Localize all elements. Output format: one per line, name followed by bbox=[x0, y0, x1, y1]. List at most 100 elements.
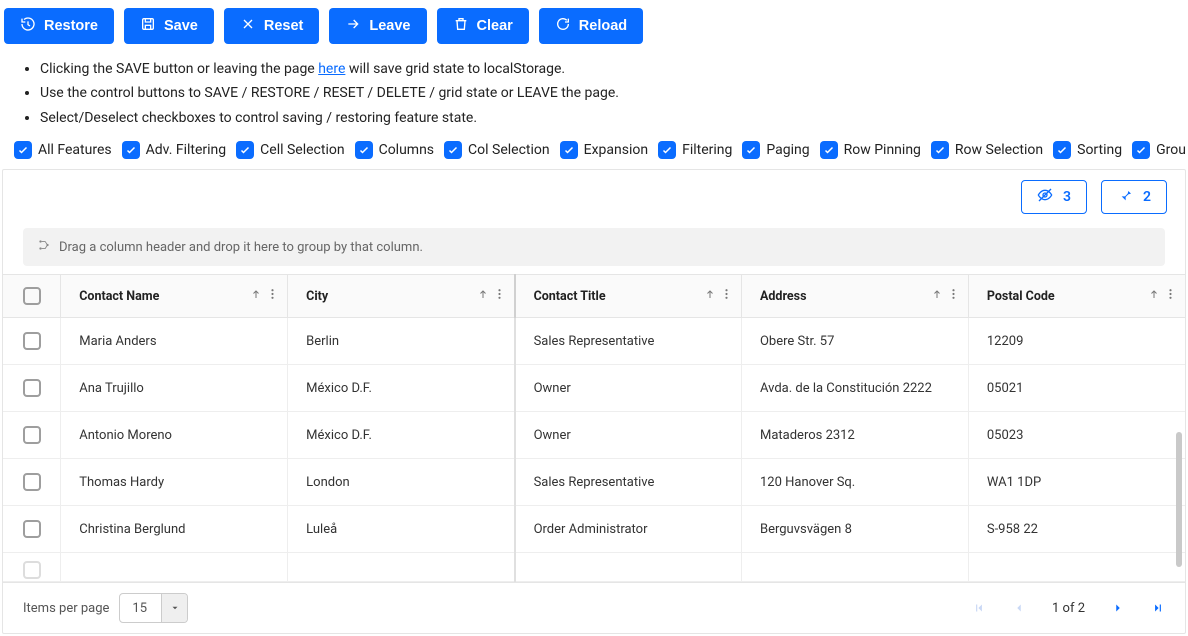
items-per-page-select[interactable]: 15 bbox=[119, 593, 188, 623]
header-city[interactable]: City bbox=[288, 275, 515, 318]
clear-button[interactable]: Clear bbox=[437, 8, 529, 44]
more-vert-icon[interactable] bbox=[493, 288, 506, 305]
row-checkbox-cell[interactable] bbox=[3, 506, 61, 553]
cell-address[interactable]: 120 Hanover Sq. bbox=[741, 459, 968, 506]
cell-address[interactable]: Berguvsvägen 8 bbox=[741, 506, 968, 553]
checkbox-icon bbox=[23, 379, 41, 397]
check-icon bbox=[444, 141, 462, 159]
cell-title[interactable]: Sales Representative bbox=[515, 318, 742, 365]
header-postal-code[interactable]: Postal Code bbox=[968, 275, 1185, 318]
row-checkbox-cell[interactable] bbox=[3, 318, 61, 365]
checkbox-filtering[interactable]: Filtering bbox=[658, 141, 732, 159]
header-contact-title[interactable]: Contact Title bbox=[515, 275, 742, 318]
cell-city[interactable]: London bbox=[288, 459, 515, 506]
pinned-columns-badge[interactable]: 2 bbox=[1101, 180, 1167, 214]
cell-contact[interactable]: Antonio Moreno bbox=[61, 412, 288, 459]
items-per-page-label: Items per page bbox=[23, 601, 109, 616]
last-page-button[interactable] bbox=[1151, 601, 1165, 615]
cell-address[interactable]: Mataderos 2312 bbox=[741, 412, 968, 459]
more-vert-icon[interactable] bbox=[1164, 288, 1177, 305]
header-contact-name[interactable]: Contact Name bbox=[61, 275, 288, 318]
header-row: Contact Name City Contact Title bbox=[3, 275, 1185, 318]
more-vert-icon[interactable] bbox=[720, 288, 733, 305]
groupby-hint-text: Drag a column header and drop it here to… bbox=[59, 240, 423, 255]
pinned-count: 2 bbox=[1143, 189, 1151, 205]
checkbox-sorting[interactable]: Sorting bbox=[1053, 141, 1122, 159]
header-address[interactable]: Address bbox=[741, 275, 968, 318]
group-icon bbox=[37, 238, 51, 256]
row-checkbox-cell[interactable] bbox=[3, 459, 61, 506]
checkbox-paging[interactable]: Paging bbox=[742, 141, 809, 159]
check-icon bbox=[820, 141, 838, 159]
checkbox-all-features[interactable]: All Features bbox=[14, 141, 112, 159]
checkbox-icon bbox=[23, 426, 41, 444]
save-button[interactable]: Save bbox=[124, 8, 214, 44]
cell-city[interactable]: México D.F. bbox=[288, 365, 515, 412]
table-row[interactable]: Ana TrujilloMéxico D.F.OwnerAvda. de la … bbox=[3, 365, 1185, 412]
history-icon bbox=[20, 16, 36, 36]
groupby-drop-area[interactable]: Drag a column header and drop it here to… bbox=[23, 228, 1165, 266]
table-row[interactable]: Thomas HardyLondonSales Representative12… bbox=[3, 459, 1185, 506]
checkbox-columns[interactable]: Columns bbox=[355, 141, 434, 159]
checkbox-cell-selection[interactable]: Cell Selection bbox=[236, 141, 344, 159]
checkbox-icon bbox=[23, 287, 41, 305]
table-row[interactable]: Antonio MorenoMéxico D.F.OwnerMataderos … bbox=[3, 412, 1185, 459]
checkbox-expansion[interactable]: Expansion bbox=[560, 141, 648, 159]
cell-title[interactable]: Owner bbox=[515, 412, 742, 459]
arrow-right-icon bbox=[345, 16, 361, 36]
row-checkbox-cell[interactable] bbox=[3, 412, 61, 459]
restore-button[interactable]: Restore bbox=[4, 8, 114, 44]
checkbox-row-pinning[interactable]: Row Pinning bbox=[820, 141, 921, 159]
cell-contact[interactable]: Christina Berglund bbox=[61, 506, 288, 553]
sort-arrow-icon[interactable] bbox=[1148, 288, 1160, 304]
check-icon bbox=[1132, 141, 1150, 159]
table-row[interactable]: Christina BerglundLuleåOrder Administrat… bbox=[3, 506, 1185, 553]
first-page-button[interactable] bbox=[972, 601, 986, 615]
row-checkbox-cell[interactable] bbox=[3, 365, 61, 412]
checkbox-col-selection[interactable]: Col Selection bbox=[444, 141, 550, 159]
cell-postal[interactable]: 05023 bbox=[968, 412, 1185, 459]
sort-arrow-icon[interactable] bbox=[477, 288, 489, 304]
more-vert-icon[interactable] bbox=[947, 288, 960, 305]
reset-button[interactable]: Reset bbox=[224, 8, 320, 44]
cell-address[interactable]: Obere Str. 57 bbox=[741, 318, 968, 365]
cell-city[interactable]: Luleå bbox=[288, 506, 515, 553]
sort-arrow-icon[interactable] bbox=[704, 288, 716, 304]
cell-contact[interactable]: Maria Anders bbox=[61, 318, 288, 365]
table-row bbox=[3, 553, 1185, 582]
cell-city[interactable]: México D.F. bbox=[288, 412, 515, 459]
vertical-scrollbar[interactable] bbox=[1176, 432, 1182, 567]
cell-postal[interactable]: WA1 1DP bbox=[968, 459, 1185, 506]
cell-contact[interactable]: Ana Trujillo bbox=[61, 365, 288, 412]
more-vert-icon[interactable] bbox=[266, 288, 279, 305]
cell-title[interactable]: Order Administrator bbox=[515, 506, 742, 553]
leave-button[interactable]: Leave bbox=[329, 8, 426, 44]
checkbox-icon bbox=[23, 520, 41, 538]
header-select-all[interactable] bbox=[3, 275, 61, 318]
checkbox-groupby[interactable]: GroupBy bbox=[1132, 141, 1186, 159]
cell-postal[interactable]: S-958 22 bbox=[968, 506, 1185, 553]
instruction-1: Clicking the SAVE button or leaving the … bbox=[40, 58, 1186, 80]
reload-label: Reload bbox=[579, 18, 627, 34]
reload-button[interactable]: Reload bbox=[539, 8, 643, 44]
leave-label: Leave bbox=[369, 18, 410, 34]
cell-postal[interactable]: 12209 bbox=[968, 318, 1185, 365]
check-icon bbox=[14, 141, 32, 159]
cell-address[interactable]: Avda. de la Constitución 2222 bbox=[741, 365, 968, 412]
cell-city[interactable]: Berlin bbox=[288, 318, 515, 365]
cell-title[interactable]: Sales Representative bbox=[515, 459, 742, 506]
cell-contact[interactable]: Thomas Hardy bbox=[61, 459, 288, 506]
table-row[interactable]: Maria AndersBerlinSales RepresentativeOb… bbox=[3, 318, 1185, 365]
sort-arrow-icon[interactable] bbox=[250, 288, 262, 304]
restore-label: Restore bbox=[44, 18, 98, 34]
cell-postal[interactable]: 05021 bbox=[968, 365, 1185, 412]
checkbox-adv-filtering[interactable]: Adv. Filtering bbox=[122, 141, 227, 159]
hidden-columns-badge[interactable]: 3 bbox=[1021, 180, 1087, 214]
paginator: Items per page 15 1 of 2 bbox=[3, 582, 1185, 633]
checkbox-row-selection[interactable]: Row Selection bbox=[931, 141, 1043, 159]
cell-title[interactable]: Owner bbox=[515, 365, 742, 412]
prev-page-button[interactable] bbox=[1012, 601, 1026, 615]
here-link[interactable]: here bbox=[318, 61, 345, 77]
next-page-button[interactable] bbox=[1111, 601, 1125, 615]
sort-arrow-icon[interactable] bbox=[931, 288, 943, 304]
